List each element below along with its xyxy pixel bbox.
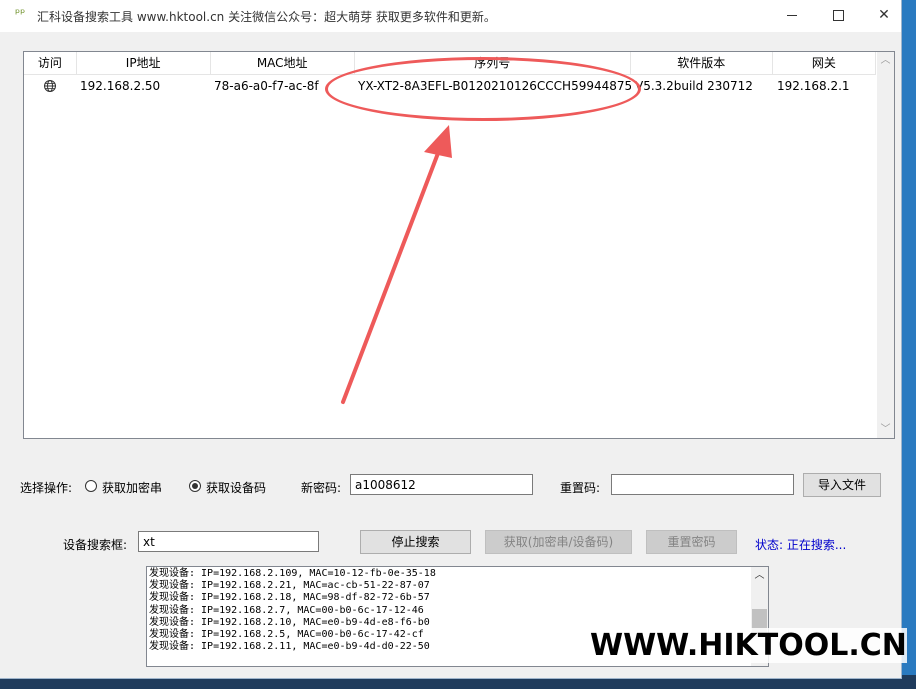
- app-logo-icon: ᵖᵖ: [15, 6, 26, 20]
- log-line: 发现设备: IP=192.168.2.18, MAC=98-df-82-72-6…: [149, 592, 430, 604]
- title-bar: ᵖᵖ 汇科设备搜索工具 www.hktool.cn 关注微信公众号：超大萌芽 获…: [0, 0, 901, 32]
- close-icon: ✕: [878, 7, 890, 23]
- minimize-icon: [787, 14, 797, 16]
- col-version[interactable]: 软件版本: [631, 52, 773, 74]
- radio-device-code-label[interactable]: 获取设备码: [206, 479, 266, 496]
- window-title: 汇科设备搜索工具 www.hktool.cn 关注微信公众号：超大萌芽 获取更多…: [37, 10, 496, 24]
- list-scrollbar[interactable]: ︿ ﹀: [877, 52, 894, 438]
- stop-search-button[interactable]: 停止搜索: [360, 530, 471, 554]
- scroll-up-icon[interactable]: ︿: [877, 52, 894, 69]
- new-password-field[interactable]: [350, 474, 533, 495]
- minimize-button[interactable]: [769, 0, 815, 30]
- col-access[interactable]: 访问: [24, 52, 77, 74]
- reset-password-button[interactable]: 重置密码: [646, 530, 737, 554]
- annotation-ellipse: [325, 57, 641, 121]
- cell-version: V5.3.2build 230712: [635, 79, 753, 93]
- scroll-down-icon[interactable]: ﹀: [877, 421, 894, 438]
- log-line: 发现设备: IP=192.168.2.5, MAC=00-b0-6c-17-42…: [149, 629, 424, 641]
- log-lines: 发现设备: IP=192.168.2.109, MAC=10-12-fb-0e-…: [149, 568, 436, 653]
- radio-device-code[interactable]: [189, 480, 201, 492]
- new-password-label: 新密码:: [301, 481, 342, 495]
- log-line: 发现设备: IP=192.168.2.11, MAC=e0-b9-4d-d0-2…: [149, 641, 430, 653]
- log-line: 发现设备: IP=192.168.2.7, MAC=00-b0-6c-17-12…: [149, 604, 424, 616]
- operation-label: 选择操作:: [20, 481, 73, 495]
- col-mac[interactable]: MAC地址: [211, 52, 355, 74]
- import-file-button[interactable]: 导入文件: [803, 473, 881, 497]
- log-line: 发现设备: IP=192.168.2.109, MAC=10-12-fb-0e-…: [149, 568, 436, 579]
- status-text: 状态: 正在搜索...: [755, 538, 847, 552]
- radio-encrypt[interactable]: [85, 480, 97, 492]
- radio-encrypt-label[interactable]: 获取加密串: [102, 479, 162, 496]
- reset-code-field[interactable]: [611, 474, 794, 495]
- close-button[interactable]: ✕: [861, 0, 907, 30]
- get-code-button[interactable]: 获取(加密串/设备码): [485, 530, 632, 554]
- col-gateway[interactable]: 网关: [773, 52, 877, 74]
- cell-gateway: 192.168.2.1: [777, 79, 850, 93]
- watermark-text: WWW.HIKTOOL.CN: [590, 628, 907, 663]
- log-line: 发现设备: IP=192.168.2.21, MAC=ac-cb-51-22-8…: [149, 580, 430, 592]
- col-ip[interactable]: IP地址: [77, 52, 211, 74]
- maximize-icon: [832, 9, 844, 21]
- maximize-button[interactable]: [815, 0, 861, 30]
- reset-code-label: 重置码:: [560, 481, 601, 495]
- log-scroll-up-icon[interactable]: ︿: [751, 567, 768, 584]
- globe-icon[interactable]: [24, 76, 76, 96]
- log-line: 发现设备: IP=192.168.2.10, MAC=e0-b9-4d-e8-f…: [149, 616, 430, 628]
- search-label: 设备搜索框:: [63, 538, 128, 552]
- cell-ip: 192.168.2.50: [80, 79, 161, 93]
- search-input[interactable]: [138, 531, 319, 552]
